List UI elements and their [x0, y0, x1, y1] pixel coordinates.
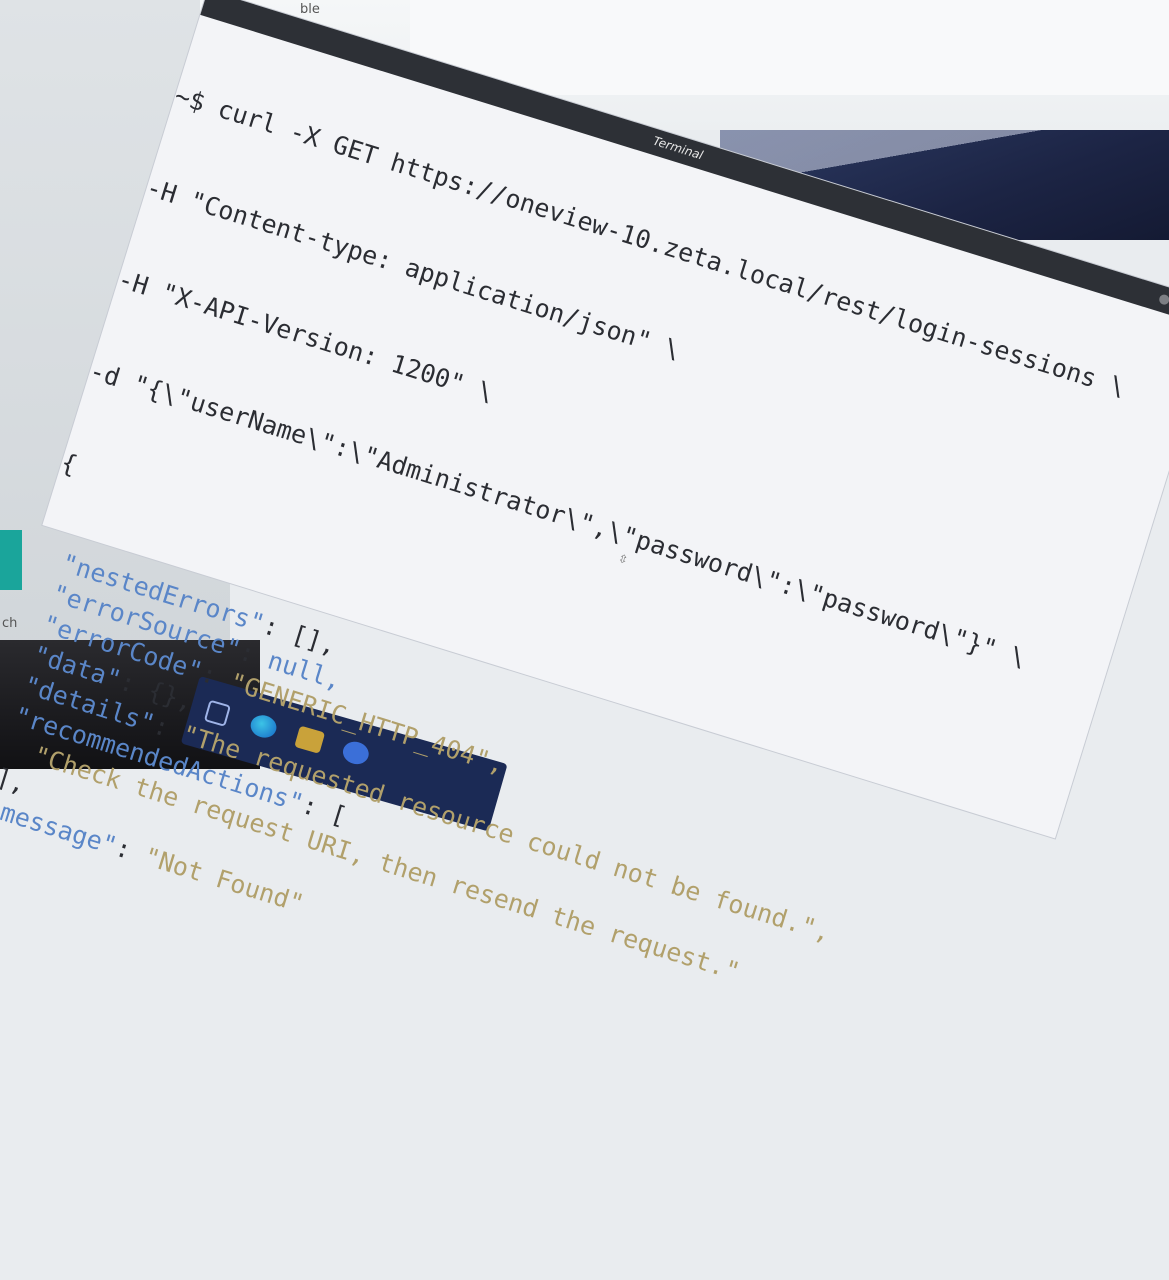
background-window-highlight [410, 0, 1169, 95]
terminal-title: Terminal [651, 133, 705, 163]
background-window-label: ble [300, 2, 320, 17]
side-app-tab[interactable] [0, 530, 22, 590]
minimize-icon[interactable] [1157, 293, 1169, 306]
